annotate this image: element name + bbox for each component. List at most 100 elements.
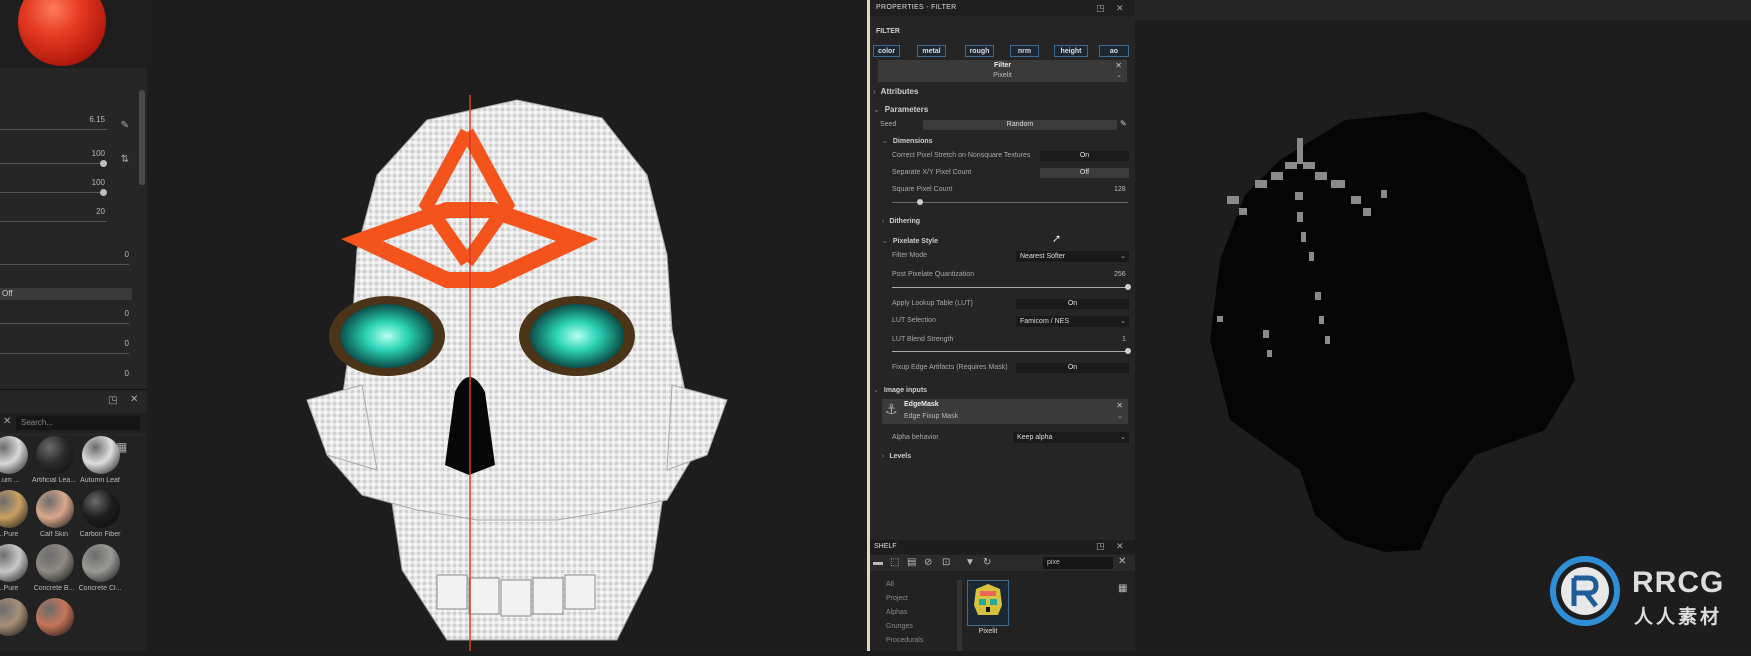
slider-row[interactable]: 100	[0, 178, 147, 208]
shelf-category[interactable]: Procedurals	[886, 637, 923, 644]
filter-mode-dropdown[interactable]: Nearest Softer ⌄	[1016, 251, 1129, 262]
hide-icon[interactable]: ⊘	[924, 557, 932, 568]
material-thumbnail[interactable]: Concrete Cl...	[78, 544, 122, 602]
lut-selection-dropdown[interactable]: Famicom / NES ⌄	[1016, 316, 1129, 327]
shelf-category[interactable]: Alphas	[886, 609, 907, 616]
apply-lut-label: Apply Lookup Table (LUT)	[892, 300, 973, 307]
slider-knob[interactable]	[100, 160, 107, 167]
filter-icon[interactable]: ▼	[965, 557, 975, 568]
slider-row[interactable]: 20	[0, 207, 147, 237]
properties-filter-panel: PROPERTIES - FILTER ◳ ✕ FILTER color met…	[870, 0, 1135, 540]
lut-blend-slider[interactable]	[892, 351, 1128, 352]
material-thumbnail[interactable]: Artificial Lea...	[32, 436, 76, 494]
clear-icon[interactable]: ✕	[3, 416, 11, 427]
dropdown-value: Nearest Softer	[1020, 253, 1066, 260]
pixelit-label: Pixelit	[978, 628, 998, 635]
3d-viewport[interactable]	[147, 0, 867, 651]
slider-row[interactable]: 6.15 ✎	[0, 115, 147, 145]
dimensions-section[interactable]: ⌄ Dimensions	[882, 137, 933, 145]
slider-track[interactable]	[0, 192, 107, 193]
material-thumbnail[interactable]: Calf Skin	[32, 490, 76, 548]
fixup-label: Fixup Edge Artifacts (Requires Mask)	[892, 364, 1008, 371]
scrollbar[interactable]	[139, 90, 145, 185]
pixelit-thumbnail[interactable]	[967, 580, 1009, 626]
picker-icon[interactable]: ✎	[121, 120, 129, 131]
alpha-behavior-dropdown[interactable]: Keep alpha ⌄	[1013, 432, 1129, 443]
edit-icon[interactable]: ✎	[1120, 119, 1127, 128]
toggle-off[interactable]: Off	[0, 288, 132, 300]
fixup-toggle[interactable]: On	[1016, 363, 1129, 373]
import-icon[interactable]: ⊡	[942, 557, 950, 568]
refresh-icon[interactable]: ↻	[983, 557, 991, 568]
channel-metal[interactable]: metal	[917, 45, 946, 57]
material-thumbnail[interactable]	[0, 598, 30, 656]
slider-track[interactable]	[0, 323, 129, 324]
grid-view-icon[interactable]: ▦	[1118, 583, 1127, 594]
channel-rough[interactable]: rough	[965, 45, 994, 57]
shelf-category[interactable]: Grunges	[886, 623, 913, 630]
slider-row[interactable]: 0	[0, 309, 147, 339]
new-folder-icon[interactable]: ⬚	[890, 557, 899, 568]
slider-row[interactable]: 100 ⇅	[0, 149, 147, 179]
channel-ao[interactable]: ao	[1099, 45, 1129, 57]
shelf-category[interactable]: Project	[886, 595, 908, 602]
shelf-category[interactable]: All	[886, 581, 894, 588]
slider-track[interactable]	[0, 221, 107, 222]
database-icon[interactable]: ▤	[907, 557, 916, 568]
close-icon[interactable]: ✕	[1116, 3, 1124, 14]
slider-row[interactable]: 0	[0, 250, 147, 280]
post-quant-knob[interactable]	[1125, 284, 1131, 290]
lut-blend-knob[interactable]	[1125, 348, 1131, 354]
close-icon[interactable]: ✕	[130, 394, 138, 405]
remove-filter-icon[interactable]: ✕	[1115, 61, 1122, 70]
post-quant-slider[interactable]	[892, 287, 1128, 288]
image-inputs-section[interactable]: ⌄ Image inputs	[873, 386, 927, 394]
square-pixel-slider[interactable]	[892, 202, 1128, 203]
channel-nrm[interactable]: nrm	[1010, 45, 1039, 57]
undock-icon[interactable]: ◳	[1096, 541, 1105, 552]
seed-random-button[interactable]: Random	[923, 120, 1117, 130]
chevron-down-icon: ⌄	[1120, 434, 1126, 441]
separate-xy-toggle[interactable]: Off	[1040, 168, 1129, 178]
edge-mask-slot[interactable]: ⚓ EdgeMask Edge Fixup Mask ✕ ⌄	[882, 399, 1128, 424]
levels-section[interactable]: › Levels	[882, 453, 911, 460]
filter-slot[interactable]: Filter Pixelit ✕ ⌄	[878, 60, 1127, 82]
2d-viewport[interactable]	[1135, 0, 1751, 651]
link-icon[interactable]: ⇅	[121, 154, 129, 165]
scrollbar[interactable]	[957, 580, 962, 651]
correct-pixel-toggle[interactable]: On	[1040, 151, 1129, 161]
folder-icon[interactable]: ▬	[873, 557, 883, 568]
material-ball	[0, 544, 28, 582]
material-thumbnail[interactable]: Carbon Fiber	[78, 490, 122, 548]
parameters-section[interactable]: ⌄ Parameters	[873, 105, 928, 114]
attributes-section[interactable]: › Attributes	[873, 87, 918, 96]
search-input[interactable]: Search...	[16, 416, 140, 430]
shelf-search-input[interactable]: pixe	[1043, 557, 1113, 569]
slider-knob[interactable]	[100, 189, 107, 196]
slider-track[interactable]	[0, 129, 107, 130]
pixelate-style-section[interactable]: ⌄ Pixelate Style	[882, 237, 938, 245]
material-thumbnail[interactable]: ...Pure	[0, 544, 30, 602]
material-thumbnail[interactable]: Concrete B...	[32, 544, 76, 602]
material-thumbnail[interactable]: ...um ...	[0, 436, 30, 494]
chevron-down-icon[interactable]: ⌄	[1117, 412, 1123, 420]
material-thumbnail[interactable]: Autumn Leaf	[78, 436, 122, 494]
material-thumbnail[interactable]: ...Pure	[0, 490, 30, 548]
close-icon[interactable]: ✕	[1116, 541, 1124, 552]
slider-track[interactable]	[0, 264, 129, 265]
square-pixel-knob[interactable]	[917, 199, 924, 205]
clear-search-icon[interactable]: ✕	[1118, 556, 1126, 567]
slider-track[interactable]	[0, 163, 107, 164]
seed-label: Seed	[880, 121, 897, 128]
chevron-down-icon[interactable]: ⌄	[1116, 71, 1122, 79]
undock-icon[interactable]: ◳	[1096, 3, 1105, 14]
undock-icon[interactable]: ◳	[108, 395, 117, 406]
slider-row[interactable]: 0	[0, 339, 147, 369]
apply-lut-toggle[interactable]: On	[1016, 299, 1129, 309]
slider-track[interactable]	[0, 353, 129, 354]
channel-color[interactable]: color	[873, 45, 900, 57]
dithering-section[interactable]: › Dithering	[882, 218, 920, 225]
channel-height[interactable]: height	[1054, 45, 1088, 57]
remove-input-icon[interactable]: ✕	[1116, 401, 1123, 410]
material-thumbnail[interactable]	[32, 598, 76, 656]
